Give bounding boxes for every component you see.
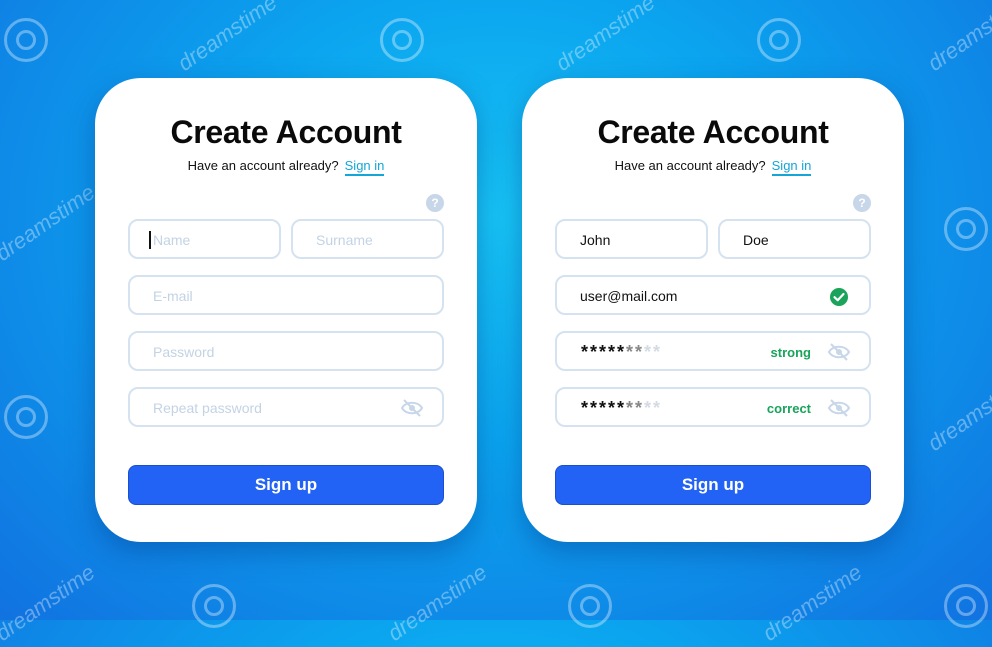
watermark-logo — [380, 18, 424, 62]
password-strength-label: strong — [770, 345, 811, 360]
watermark-text: dreamstime — [550, 0, 660, 76]
sign-up-button[interactable]: Sign up — [555, 465, 871, 505]
watermark-logo — [192, 584, 236, 628]
watermark-logo — [944, 584, 988, 628]
watermark-text: dreamstime — [172, 0, 282, 76]
page-title: Create Account — [170, 114, 402, 150]
email-value: user@mail.com — [580, 288, 678, 304]
watermark-text: dreamstime — [0, 179, 100, 266]
surname-field[interactable]: Surname — [291, 219, 444, 259]
help-icon[interactable]: ? — [853, 194, 871, 212]
eye-off-icon[interactable] — [827, 343, 851, 361]
repeat-password-placeholder: Repeat password — [153, 400, 262, 416]
password-field[interactable]: ********* strong — [555, 331, 871, 371]
watermark-logo — [568, 584, 612, 628]
watermark-logo — [757, 18, 801, 62]
email-placeholder: E-mail — [153, 288, 193, 304]
surname-value: Doe — [743, 232, 769, 248]
signin-prompt: Have an account already? Sign in — [95, 158, 477, 176]
check-circle-icon — [830, 288, 848, 306]
signin-prompt: Have an account already? Sign in — [522, 158, 904, 176]
watermark-text: dreamstime — [0, 559, 100, 646]
sign-in-link[interactable]: Sign in — [771, 158, 812, 176]
surname-field[interactable]: Doe — [718, 219, 871, 259]
repeat-password-field[interactable]: ********* correct — [555, 387, 871, 427]
signup-card-filled: Create Account Have an account already? S… — [522, 78, 904, 542]
password-placeholder: Password — [153, 344, 215, 360]
sign-in-link[interactable]: Sign in — [344, 158, 385, 176]
password-mask: ********* — [581, 342, 663, 362]
name-field[interactable]: John — [555, 219, 708, 259]
page-title: Create Account — [597, 114, 829, 150]
watermark-text: dreamstime — [922, 0, 992, 76]
name-placeholder: Name — [153, 232, 191, 248]
repeat-password-mask: ********* — [581, 398, 663, 418]
watermark-logo — [944, 207, 988, 251]
have-account-text: Have an account already? — [187, 158, 339, 173]
email-field[interactable]: user@mail.com — [555, 275, 871, 315]
watermark-text: dreamstime — [922, 369, 992, 456]
sign-up-button[interactable]: Sign up — [128, 465, 444, 505]
watermark-logo — [4, 395, 48, 439]
name-field[interactable]: Name — [128, 219, 281, 259]
name-value: John — [580, 232, 611, 248]
repeat-password-status: correct — [766, 401, 811, 416]
email-field[interactable]: E-mail — [128, 275, 444, 315]
watermark-logo — [4, 18, 48, 62]
watermark-text: dreamstime — [382, 559, 492, 646]
text-cursor — [149, 231, 151, 249]
eye-off-icon[interactable] — [400, 399, 424, 417]
eye-off-icon[interactable] — [827, 399, 851, 417]
have-account-text: Have an account already? — [614, 158, 766, 173]
surname-placeholder: Surname — [316, 232, 373, 248]
signup-card-empty: Create Account Have an account already? S… — [95, 78, 477, 542]
password-field[interactable]: Password — [128, 331, 444, 371]
repeat-password-field[interactable]: Repeat password — [128, 387, 444, 427]
help-icon[interactable]: ? — [426, 194, 444, 212]
watermark-text: dreamstime — [757, 559, 867, 646]
